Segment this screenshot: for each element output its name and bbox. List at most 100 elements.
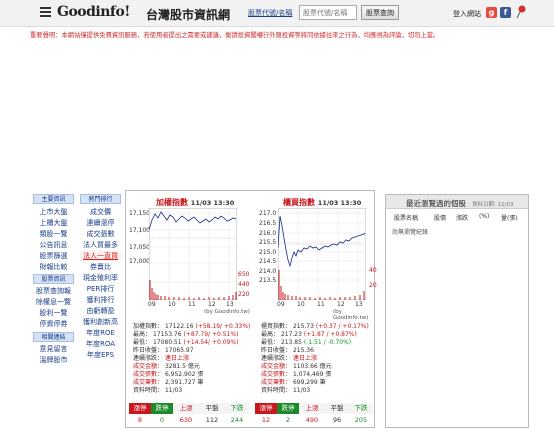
nav-item-rank-cash-yield[interactable]: 現金殖利率 (80, 273, 121, 283)
otc-count-value: 12 (261, 416, 271, 424)
stock-search-button[interactable]: 股票查詢 (361, 5, 399, 20)
stat-label: 資料時間： (133, 387, 164, 394)
site-title[interactable]: 台灣股市資訊網 (146, 6, 230, 23)
taiex-count-header: 跌停 (151, 403, 173, 414)
taiex-count-header: 平盤 (199, 403, 225, 414)
otc-count-value: 205 (354, 416, 368, 424)
taiex-count-value: 244 (230, 416, 244, 424)
recently-viewed-panel: 最近瀏覽過的個股 資料日期: 11/03 股票名稱 股價 漲跌 (%) 量(張)… (385, 194, 529, 428)
menu-icon[interactable] (40, 7, 51, 17)
nav-item-rank-volume[interactable]: 成交張數 (80, 229, 121, 239)
stat-value: 11/03 (292, 387, 311, 394)
login-link[interactable]: 登入網站 (453, 9, 481, 19)
otc-title-text: 櫃買指數 (283, 198, 315, 207)
taiex-count-value: 0 (159, 416, 165, 424)
recently-viewed-title: 最近瀏覽過的個股 (406, 199, 466, 208)
taiex-vol-label: 440 (238, 281, 250, 288)
taiex-count-value: 8 (137, 416, 143, 424)
nav-item-feedback[interactable]: 意見留言 (33, 344, 74, 354)
taiex-y-label: 17,150 (129, 210, 150, 217)
otc-x-label: 12 (337, 301, 345, 308)
stat-label: 資料時間： (261, 387, 292, 394)
taiex-intraday-chart (149, 208, 237, 300)
otc-y-label: 214.0 (259, 268, 277, 275)
nav-item-rank-roa[interactable]: 年度ROA (80, 339, 121, 349)
otc-count-header: 上漲 (299, 403, 325, 414)
otc-y-label: 213.5 (259, 277, 277, 284)
nav-item-rank-turnaround[interactable]: 由虧轉盈 (80, 306, 121, 316)
stock-search-input[interactable] (299, 5, 357, 20)
facebook-icon[interactable]: f (500, 7, 511, 18)
nav-item-rank-limit-up[interactable]: 連續漲停 (80, 218, 121, 228)
empty-history-message: 尚無瀏覽紀錄 (392, 229, 429, 236)
otc-y-label: 216.0 (259, 230, 277, 237)
taiex-stat-row: 資料時間： 11/03 (133, 385, 182, 394)
nav-header-hot: 熱門排行 (80, 194, 121, 204)
nav-item-financial-compare[interactable]: 財報比較 (33, 262, 74, 272)
nav-item-rank-per[interactable]: PER排行 (80, 284, 121, 294)
nav-item-otc-market[interactable]: 上櫃大盤 (33, 218, 74, 228)
search-label[interactable]: 股票代號/名稱 (248, 8, 292, 18)
nav-item-announcements[interactable]: 公告訊息 (33, 240, 74, 250)
taiex-x-label: 11 (188, 301, 196, 308)
taiex-vol-label: 650 (238, 271, 250, 278)
nav-item-sector-list[interactable]: 類股一覽 (33, 229, 74, 239)
otc-count-value: 96 (332, 416, 342, 424)
nav-item-warrant-market[interactable]: 溫牌股市 (33, 355, 74, 365)
taiex-y-label: 17,100 (129, 227, 150, 234)
taiex-vol-label: 220 (238, 291, 250, 298)
otc-stat-row: 資料時間： 11/03 (261, 385, 310, 394)
nav-header-stock-info: 股票資訊 (33, 274, 74, 284)
google-icon[interactable]: g (486, 7, 497, 18)
column-header-percent: (%) (479, 213, 490, 220)
otc-vol-label: 40 (369, 267, 377, 274)
otc-count-header: 下跌 (349, 403, 373, 414)
taiex-title[interactable]: 加權指數 11/03 13:30 (156, 197, 234, 208)
pin-icon[interactable] (516, 5, 526, 19)
nav-item-rank-price[interactable]: 成交價 (80, 207, 121, 217)
otc-x-label: 13 (355, 301, 363, 308)
otc-count-header: 跌停 (277, 403, 299, 414)
site-logo[interactable]: Goodinfo! (57, 4, 130, 20)
taiex-x-label: 12 (208, 301, 216, 308)
disclaimer-text: 重要聲明：本網站僅提供免費資訊服務，若使用者提出之需要或建議，衡請投資閣權行外匯… (30, 32, 440, 39)
taiex-count-value: 630 (179, 416, 193, 424)
otc-title[interactable]: 櫃買指數 11/03 13:30 (283, 197, 361, 208)
taiex-x-label: 13 (226, 301, 234, 308)
taiex-count-header: 上漲 (173, 403, 199, 414)
nav-item-rank-profit-high[interactable]: 獲利創新高 (80, 317, 121, 327)
taiex-count-header: 下跌 (225, 403, 249, 414)
nav-item-rank-short-ratio[interactable]: 券賣比 (80, 262, 121, 272)
otc-x-label: 10 (297, 301, 305, 308)
taiex-x-label: 10 (168, 301, 176, 308)
nav-header-main: 主要資訊 (33, 194, 74, 204)
nav-item-stock-query[interactable]: 股票查詢報 (33, 286, 74, 296)
taiex-count-value: 112 (205, 416, 219, 424)
recently-viewed-header: 最近瀏覽過的個股 資料日期: 11/03 (386, 195, 528, 209)
nav-item-rank-roe[interactable]: 年度ROE (80, 328, 121, 338)
taiex-y-label: 17,000 (129, 258, 150, 265)
nav-item-ex-dividend[interactable]: 除權息一覽 (33, 297, 74, 307)
otc-count-value: 2 (285, 416, 291, 424)
nav-item-dividend-list[interactable]: 股利一覽 (33, 308, 74, 318)
otc-y-label: 214.5 (259, 258, 277, 265)
recently-viewed-date: 資料日期: 11/03 (472, 202, 514, 208)
otc-intraday-chart (278, 208, 366, 300)
nav-item-rank-eps[interactable]: 年度EPS (80, 350, 121, 360)
nav-item-rank-institutional-continuous[interactable]: 法人一直買 (80, 251, 121, 261)
nav-item-rank-profit[interactable]: 獲利排行 (80, 295, 121, 305)
otc-count-header: 平盤 (325, 403, 349, 414)
otc-y-label: 217.0 (259, 210, 277, 217)
nav-item-margin-halt[interactable]: 停資停券 (33, 319, 74, 329)
taiex-source: (by Goodinfo.tw) (204, 309, 250, 315)
otc-count-value: 490 (305, 416, 319, 424)
nav-item-stock-screener[interactable]: 股票篩選 (33, 251, 74, 261)
market-index-panel: 加權指數 11/03 13:30 櫃買指數 11/03 13:30 17,150… (125, 190, 377, 428)
nav-item-listed-market[interactable]: 上市大盤 (33, 207, 74, 217)
otc-vol-label: 20 (369, 282, 377, 289)
taiex-title-text: 加權指數 (156, 198, 188, 207)
taiex-y-label: 17,050 (129, 244, 150, 251)
otc-y-label: 216.5 (259, 220, 277, 227)
nav-item-rank-institutional-buy[interactable]: 法人買最多 (80, 240, 121, 250)
otc-x-label: 09 (277, 301, 285, 308)
